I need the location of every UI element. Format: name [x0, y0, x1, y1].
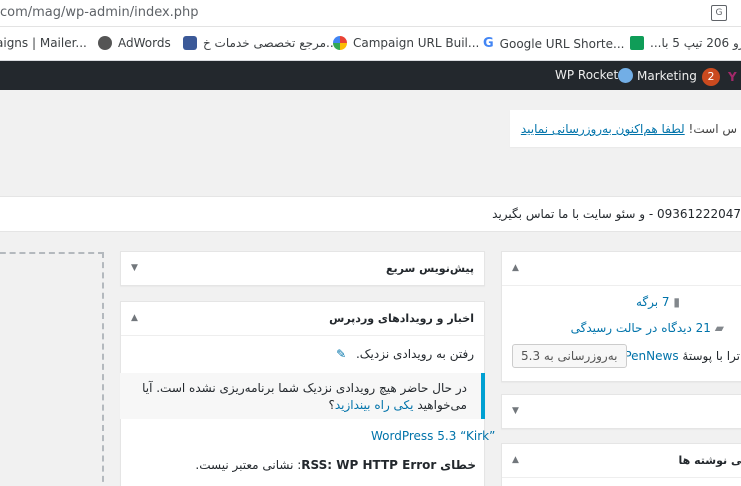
rss-error-text: نشانی معتبر نیست. — [195, 458, 294, 472]
empty-widget-dropzone[interactable] — [0, 252, 104, 486]
update-wordpress-button[interactable]: به‌روزرسانی به 5.3 — [512, 344, 627, 368]
google-icon: G — [483, 36, 494, 51]
chevron-up-icon[interactable]: ▲ — [512, 263, 519, 273]
rss-error-code: RSS: WP HTTP Error — [301, 458, 437, 472]
bookmark-label: مرجع تخصصی خدمات خ... — [203, 36, 338, 50]
news-item-title[interactable]: WordPress 5.3 “Kirk” — [371, 429, 495, 443]
activity-title: الی نوشته ها — [678, 454, 741, 467]
pages-icon: ▮ — [673, 295, 680, 309]
campaign-icon — [333, 36, 347, 50]
notice-text: س است! لطفا هم‌اکنون به‌روزرسانی نمایید — [521, 122, 737, 136]
collapsed-widget-header[interactable]: ▼ — [502, 395, 741, 429]
no-events-notice: در حال حاضر هیچ رویدادی نزدیک شما برنامه… — [120, 373, 485, 419]
bookmark-services[interactable]: مرجع تخصصی خدمات خ... — [183, 36, 338, 50]
theme-link[interactable]: PenNews — [624, 349, 678, 363]
chevron-down-icon[interactable]: ▼ — [512, 406, 519, 416]
chevron-up-icon[interactable]: ▲ — [512, 455, 519, 465]
contact-strip: 09361222047 - و سئو سایت با ما تماس بگیر… — [0, 196, 741, 232]
quick-draft-header[interactable]: پیش‌نویس سریع ▼ — [121, 252, 484, 286]
bookmark-adwords[interactable]: AdWords — [98, 36, 171, 50]
pencil-icon[interactable]: ✎ — [336, 347, 346, 361]
theme-info-row: ترا با پوستهٔ PenNews. — [621, 349, 740, 363]
chat-icon — [630, 36, 644, 50]
nearby-events-row[interactable]: رفتن به رویدادی نزدیک. ✎ — [336, 347, 474, 361]
quick-draft-widget: پیش‌نویس سریع ▼ — [120, 251, 485, 286]
notice-prefix: س است! — [688, 122, 737, 136]
chevron-up-icon[interactable]: ▲ — [131, 313, 138, 323]
wp-admin-bar: WP Rocket Marketing 2 Y — [0, 61, 741, 90]
rss-error-label: خطای — [440, 458, 476, 472]
marketing-menu[interactable]: Marketing — [618, 68, 697, 83]
update-now-link[interactable]: لطفا هم‌اکنون به‌روزرسانی نمایید — [521, 122, 685, 136]
services-icon — [183, 36, 197, 50]
notifications-menu[interactable]: 2 Y — [702, 68, 737, 86]
comments-count-link[interactable]: 21 دیدگاه در حالت رسیدگی — [571, 321, 711, 335]
translate-icon[interactable]: G — [711, 5, 727, 21]
wp-rocket-menu[interactable]: WP Rocket — [555, 68, 618, 82]
bookmark-google-url[interactable]: G Google URL Shorte... — [483, 36, 624, 51]
bookmark-label: Google URL Shorte... — [499, 36, 625, 51]
quick-draft-title: پیش‌نویس سریع — [385, 262, 474, 275]
update-notice: س است! لطفا هم‌اکنون به‌روزرسانی نمایید — [510, 110, 741, 147]
theme-text: ترا با پوستهٔ — [682, 349, 740, 363]
notification-count-badge: 2 — [702, 68, 720, 86]
bookmark-campaign[interactable]: Campaign URL Buil... — [333, 36, 479, 50]
activity-widget: الی نوشته ها ▲ — [501, 443, 741, 486]
news-item-link[interactable]: WordPress 5.3 “Kirk” — [371, 429, 495, 443]
bookmark-label: AdWords — [118, 36, 171, 50]
bookmark-label: پژو 206 تیپ 5 با... — [650, 36, 741, 50]
collapsed-widget: ▼ — [501, 394, 741, 429]
comments-icon: ▰ — [714, 321, 724, 335]
no-events-line2: می‌خواهید یکی راه بیندازید؟ — [328, 398, 467, 412]
wp-news-title: اخبار و رویدادهای وردپرس — [329, 312, 474, 325]
comments-count-row[interactable]: ▰ 21 دیدگاه در حالت رسیدگی — [571, 321, 724, 335]
rss-error-row: خطای RSS: WP HTTP Error: نشانی معتبر نیس… — [195, 458, 476, 472]
at-a-glance-widget: ▲ ▮ 7 برگه ▰ 21 دیدگاه در حالت رسیدگی تر… — [501, 251, 741, 382]
organize-event-link[interactable]: یکی راه بیندازید — [335, 398, 414, 412]
contact-text: 09361222047 - و سئو سایت با ما تماس بگیر… — [492, 207, 741, 221]
activity-header[interactable]: الی نوشته ها ▲ — [502, 444, 741, 478]
bookmarks-bar: aigns | Mailer... AdWords مرجع تخصصی خدم… — [0, 27, 741, 61]
wp-rocket-label: WP Rocket — [555, 68, 619, 82]
url-text[interactable]: com/mag/wp-admin/index.php — [0, 5, 199, 20]
marketing-icon — [618, 68, 633, 83]
location-input-label: رفتن به رویدادی نزدیک. — [355, 347, 474, 361]
wp-news-header[interactable]: اخبار و رویدادهای وردپرس ▲ — [121, 302, 484, 336]
pages-count-link[interactable]: 7 برگه — [636, 295, 670, 309]
bookmark-label: aigns | Mailer... — [0, 36, 87, 50]
no-events-line1: در حال حاضر هیچ رویدادی نزدیک شما برنامه… — [142, 381, 467, 395]
bookmark-mailer[interactable]: aigns | Mailer... — [0, 36, 87, 50]
bookmark-chat[interactable]: پژو 206 تیپ 5 با... — [630, 36, 741, 50]
at-a-glance-header[interactable]: ▲ — [502, 252, 741, 286]
chevron-down-icon[interactable]: ▼ — [131, 263, 138, 273]
browser-address-bar[interactable]: com/mag/wp-admin/index.php G — [0, 0, 741, 27]
bookmark-label: Campaign URL Buil... — [353, 36, 480, 50]
no-events-prefix: می‌خواهید — [417, 398, 467, 412]
adwords-icon — [98, 36, 112, 50]
yoast-icon: Y — [728, 70, 737, 84]
marketing-label: Marketing — [637, 68, 697, 83]
pages-count-row[interactable]: ▮ 7 برگه — [636, 295, 680, 309]
